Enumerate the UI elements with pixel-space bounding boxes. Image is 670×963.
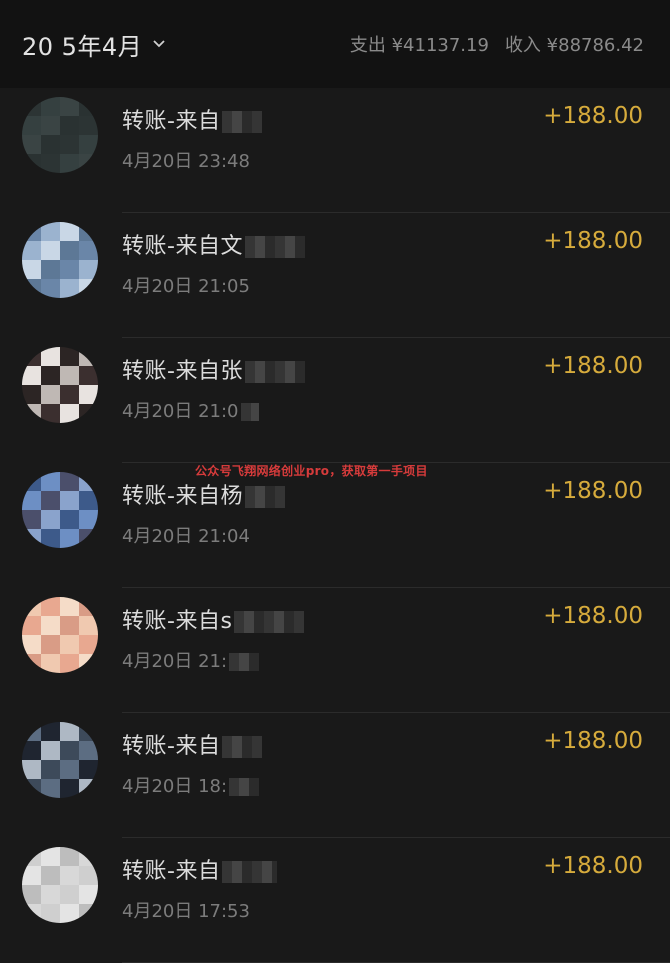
transaction-row[interactable]: 转账-来自 4月20日 17:53 +188.00 (0, 838, 670, 963)
avatar (22, 847, 98, 923)
redacted-name (234, 611, 305, 633)
transaction-time: 4月20日 17:53 (122, 897, 250, 923)
redacted-name (222, 736, 263, 758)
month-summary: 支出 ¥41137.19 收入 ¥88786.42 (350, 31, 644, 57)
redacted-time (229, 778, 260, 796)
redacted-name (244, 486, 285, 508)
transaction-title: 转账-来自文 (122, 228, 305, 260)
transaction-time-text: 4月20日 21: (122, 651, 228, 672)
redacted-name (222, 111, 263, 133)
redacted-time (240, 403, 259, 421)
transaction-title: 转账-来自杨 (122, 478, 285, 510)
transaction-row[interactable]: 转账-来自 4月20日 23:48 +188.00 (0, 88, 670, 213)
redacted-name (222, 861, 278, 883)
transaction-time: 4月20日 18: (122, 772, 260, 798)
avatar (22, 97, 98, 173)
transaction-amount: +188.00 (543, 603, 643, 629)
transaction-amount: +188.00 (543, 103, 643, 129)
transaction-amount: +188.00 (543, 228, 643, 254)
chevron-down-icon (153, 40, 165, 48)
expense-total: 支出 ¥41137.19 (349, 35, 489, 56)
transaction-row[interactable]: 转账-来自文 4月20日 21:05 +188.00 (0, 213, 670, 338)
redacted-time (229, 653, 260, 671)
transaction-title-text: 转账-来自张 (122, 359, 243, 384)
transaction-title-text: 转账-来自 (122, 109, 221, 134)
transaction-time-text: 4月20日 21:0 (122, 401, 239, 422)
transaction-time-text: 4月20日 17:53 (122, 901, 250, 922)
transaction-row[interactable]: 转账-来自张 4月20日 21:0 +188.00 (0, 338, 670, 463)
transaction-row[interactable]: 转账-来自 4月20日 18: +188.00 (0, 713, 670, 838)
transaction-amount: +188.00 (543, 353, 643, 379)
transaction-title: 转账-来自s (122, 603, 305, 635)
month-label: 20 5年4月 (22, 32, 143, 61)
transaction-title-text: 转账-来自 (122, 859, 221, 884)
income-total: 收入 ¥88786.42 (504, 35, 644, 56)
transaction-time-text: 4月20日 18: (122, 776, 228, 797)
redacted-name (244, 361, 305, 383)
transaction-title-text: 转账-来自 (122, 734, 221, 759)
transaction-amount: +188.00 (543, 728, 643, 754)
transaction-time: 4月20日 21:0 (122, 397, 259, 423)
watermark-text: 公众号飞翔网络创业pro，获取第一手项目 (195, 464, 428, 478)
transaction-time: 4月20日 21:04 (122, 522, 250, 548)
transaction-title-text: 转账-来自s (122, 609, 233, 634)
avatar (22, 722, 98, 798)
transaction-time: 4月20日 23:48 (122, 147, 250, 173)
header-bar: 20 5年4月 支出 ¥41137.19 收入 ¥88786.42 (0, 0, 670, 88)
transaction-title: 转账-来自张 (122, 353, 305, 385)
month-selector[interactable]: 20 5年4月 (22, 27, 166, 62)
transaction-row[interactable]: 转账-来自s 4月20日 21: +188.00 (0, 588, 670, 713)
transaction-time: 4月20日 21:05 (122, 272, 250, 298)
transaction-list: 转账-来自 4月20日 23:48 +188.00 转账-来自文 4月20日 21:05… (0, 88, 670, 963)
transaction-title: 转账-来自 (122, 853, 278, 885)
transaction-title: 转账-来自 (122, 103, 263, 135)
redacted-name (244, 236, 305, 258)
transaction-time-text: 4月20日 23:48 (122, 151, 250, 172)
transaction-time-text: 4月20日 21:05 (122, 276, 250, 297)
transaction-title: 转账-来自 (122, 728, 263, 760)
transaction-time: 4月20日 21: (122, 647, 260, 673)
avatar (22, 472, 98, 548)
transaction-title-text: 转账-来自杨 (122, 484, 243, 509)
avatar (22, 347, 98, 423)
transaction-row[interactable]: 转账-来自杨 4月20日 21:04 +188.00 (0, 463, 670, 588)
transaction-title-text: 转账-来自文 (122, 234, 243, 259)
avatar (22, 222, 98, 298)
transaction-amount: +188.00 (543, 478, 643, 504)
transaction-time-text: 4月20日 21:04 (122, 526, 250, 547)
avatar (22, 597, 98, 673)
transaction-amount: +188.00 (543, 853, 643, 879)
